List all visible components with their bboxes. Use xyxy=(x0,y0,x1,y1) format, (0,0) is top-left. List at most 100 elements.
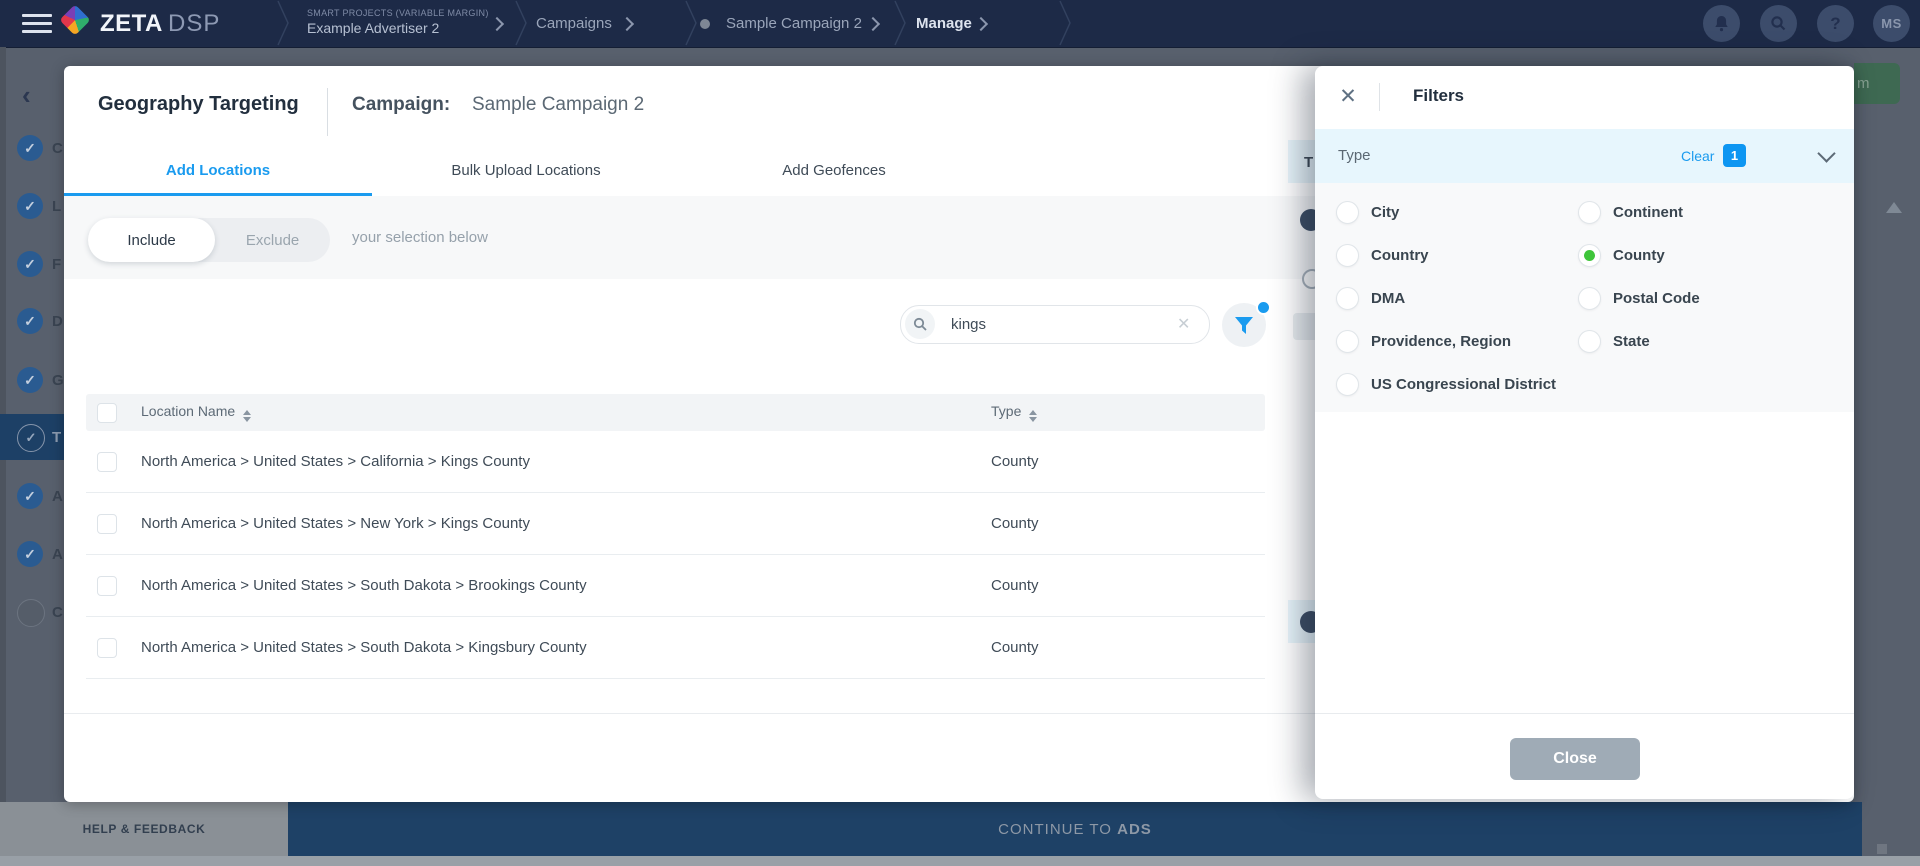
step-pending-icon[interactable] xyxy=(17,599,45,627)
campaign-name: Sample Campaign 2 xyxy=(472,94,644,116)
rail-label: T xyxy=(1304,154,1313,171)
app-root: ZETA DSP SMART PROJECTS (VARIABLE MARGIN… xyxy=(0,0,1920,866)
radio-option-country[interactable]: Country xyxy=(1336,234,1578,277)
exclude-toggle[interactable]: Exclude xyxy=(215,218,330,262)
sort-icon[interactable] xyxy=(1029,410,1037,422)
select-all-checkbox[interactable] xyxy=(97,403,117,423)
step-active-icon[interactable] xyxy=(17,424,45,452)
radio-icon xyxy=(1578,330,1601,353)
drawer-title: Filters xyxy=(1413,86,1464,106)
table-row: North America > United States > New York… xyxy=(86,493,1265,555)
table-row: North America > United States > South Da… xyxy=(86,617,1265,679)
tab-bulk-upload-locations[interactable]: Bulk Upload Locations xyxy=(372,145,680,196)
breadcrumb-separator-icon xyxy=(276,0,290,46)
bottom-strip xyxy=(0,856,1920,866)
clear-filters-link[interactable]: Clear xyxy=(1681,148,1714,164)
include-toggle[interactable]: Include xyxy=(88,218,215,262)
hamburger-menu-icon[interactable] xyxy=(22,14,52,33)
breadcrumb-separator-icon xyxy=(514,0,528,46)
bell-icon xyxy=(1713,15,1730,33)
radio-icon xyxy=(1336,287,1359,310)
row-checkbox[interactable] xyxy=(97,514,117,534)
funnel-icon xyxy=(1234,316,1254,335)
radio-option-continent[interactable]: Continent xyxy=(1578,191,1875,234)
radio-icon xyxy=(1336,244,1359,267)
help-feedback-bar[interactable]: HELP & FEEDBACK xyxy=(0,802,288,856)
breadcrumb-advertiser[interactable]: SMART PROJECTS (VARIABLE MARGIN) Example… xyxy=(307,8,489,36)
global-search-button[interactable] xyxy=(1760,5,1797,42)
radio-option-providence-region[interactable]: Providence, Region xyxy=(1336,320,1578,363)
filters-drawer: ✕ Filters Type Clear 1 City Continent Co… xyxy=(1315,66,1854,799)
filter-options-grid: City Continent Country County DMA Postal… xyxy=(1315,183,1854,412)
location-type-cell: County xyxy=(991,639,1191,656)
table-row: North America > United States > South Da… xyxy=(86,555,1265,617)
sort-icon[interactable] xyxy=(243,410,251,422)
drawer-header-divider xyxy=(1379,83,1380,111)
location-search-bar: ✕ xyxy=(900,305,1210,344)
radio-selected-icon xyxy=(1578,244,1601,267)
drawer-footer-divider xyxy=(1315,713,1854,714)
breadcrumb-campaign[interactable]: Sample Campaign 2 xyxy=(726,15,862,32)
location-name-cell: North America > United States > Californ… xyxy=(141,453,991,470)
active-filter-count-badge: 1 xyxy=(1723,144,1746,167)
step-complete-icon[interactable] xyxy=(17,541,43,567)
top-navbar: ZETA DSP SMART PROJECTS (VARIABLE MARGIN… xyxy=(0,0,1920,48)
close-button[interactable]: Close xyxy=(1510,738,1640,780)
tab-bar: Add Locations Bulk Upload Locations Add … xyxy=(64,145,989,198)
clear-search-icon[interactable]: ✕ xyxy=(1177,314,1195,332)
user-avatar[interactable]: MS xyxy=(1873,5,1910,42)
step-complete-icon[interactable] xyxy=(17,193,43,219)
step-complete-icon[interactable] xyxy=(17,251,43,277)
radio-option-county[interactable]: County xyxy=(1578,234,1875,277)
help-feedback-label: HELP & FEEDBACK xyxy=(83,822,206,836)
back-button[interactable]: ‹ xyxy=(22,80,44,106)
column-type: Type xyxy=(991,403,1021,419)
radio-option-us-congressional-district[interactable]: US Congressional District xyxy=(1336,363,1875,406)
radio-option-state[interactable]: State xyxy=(1578,320,1875,363)
avatar-initials: MS xyxy=(1881,16,1902,31)
filter-group-type: Type Clear 1 xyxy=(1315,129,1854,183)
column-location-name: Location Name xyxy=(141,403,235,419)
row-checkbox[interactable] xyxy=(97,452,117,472)
chevron-right-icon xyxy=(620,17,634,31)
filter-group-label: Type xyxy=(1338,147,1371,164)
radio-option-dma[interactable]: DMA xyxy=(1336,277,1578,320)
row-checkbox[interactable] xyxy=(97,576,117,596)
search-input[interactable] xyxy=(949,307,1153,342)
breadcrumb-manage[interactable]: Manage xyxy=(916,15,972,32)
step-complete-icon[interactable] xyxy=(17,308,43,334)
location-name-cell: North America > United States > South Da… xyxy=(141,639,991,656)
radio-option-postal-code[interactable]: Postal Code xyxy=(1578,277,1875,320)
radio-icon xyxy=(1336,330,1359,353)
close-drawer-icon[interactable]: ✕ xyxy=(1335,83,1361,109)
table-row: North America > United States > Californ… xyxy=(86,431,1265,493)
tab-add-geofences[interactable]: Add Geofences xyxy=(680,145,988,196)
step-complete-icon[interactable] xyxy=(17,367,43,393)
breadcrumb-separator-icon xyxy=(1058,0,1072,46)
breadcrumb-advertiser-label: Example Advertiser 2 xyxy=(307,20,489,36)
campaign-label: Campaign: xyxy=(352,94,450,116)
step-complete-icon[interactable] xyxy=(17,135,43,161)
radio-option-city[interactable]: City xyxy=(1336,191,1578,234)
tab-add-locations[interactable]: Add Locations xyxy=(64,145,372,196)
step-complete-icon[interactable] xyxy=(17,483,43,509)
selection-hint: your selection below xyxy=(352,196,488,279)
continue-to-ads-button[interactable]: CONTINUE TO ADS xyxy=(288,802,1862,856)
row-checkbox[interactable] xyxy=(97,638,117,658)
scroll-up-arrow-icon xyxy=(1886,202,1902,213)
radio-icon xyxy=(1578,201,1601,224)
location-type-cell: County xyxy=(991,515,1191,532)
help-button[interactable]: ? xyxy=(1817,5,1854,42)
search-icon xyxy=(1770,15,1787,32)
chevron-down-icon[interactable] xyxy=(1817,144,1835,162)
location-type-cell: County xyxy=(991,577,1191,594)
brand-dsp: DSP xyxy=(168,10,220,38)
chevron-right-icon xyxy=(866,17,880,31)
breadcrumb-project-label: SMART PROJECTS (VARIABLE MARGIN) xyxy=(307,8,489,18)
chevron-right-icon xyxy=(974,17,988,31)
brand-zeta: ZETA xyxy=(100,10,163,38)
scrollbar-corner xyxy=(1877,844,1887,854)
radio-icon xyxy=(1336,373,1359,396)
notifications-button[interactable] xyxy=(1703,5,1740,42)
breadcrumb-campaigns[interactable]: Campaigns xyxy=(536,15,612,32)
